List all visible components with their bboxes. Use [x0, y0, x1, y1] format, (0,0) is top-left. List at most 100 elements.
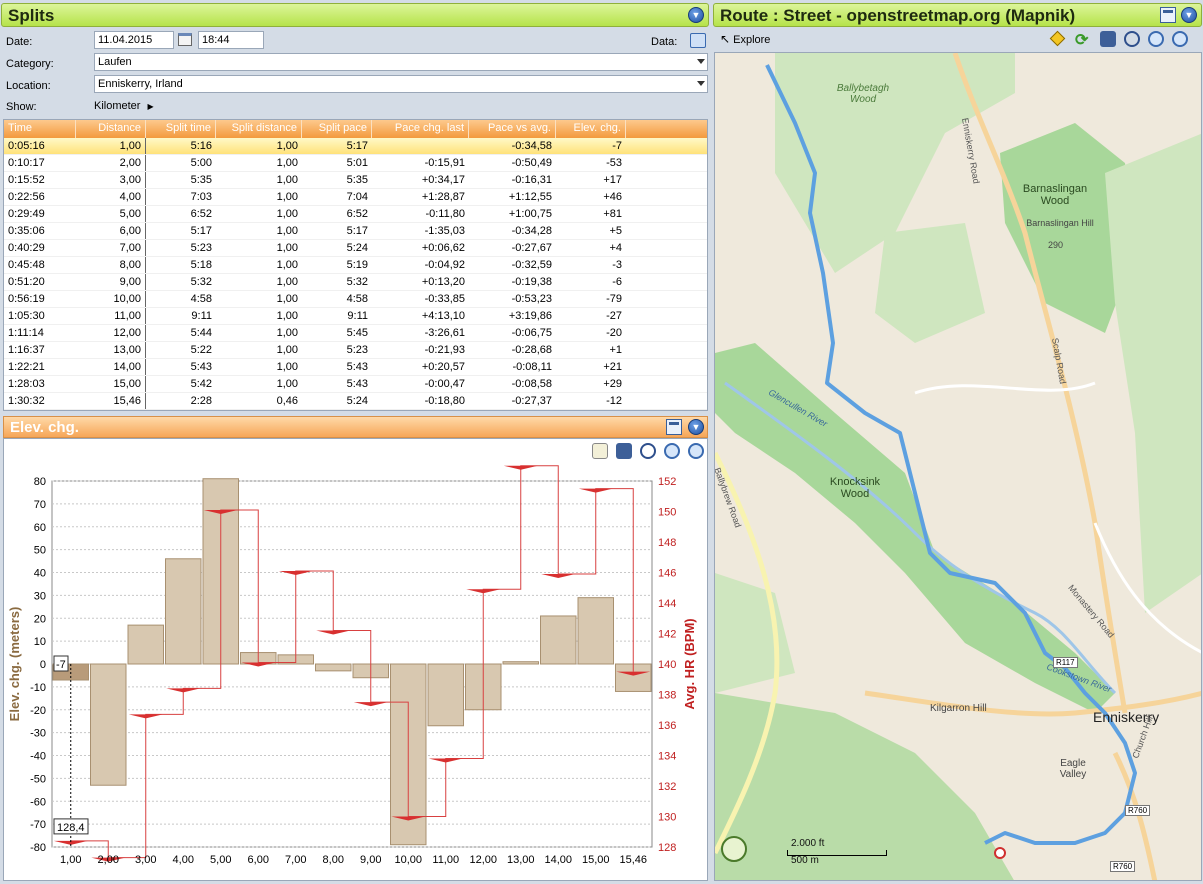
y2-tick-label: 136 [658, 720, 676, 732]
table-cell: 4:58 [190, 293, 212, 305]
splits-title: Splits [8, 6, 55, 25]
table-row[interactable]: 0:10:17 2,00 5:00 1,00 5:01 -0:15,91 -0:50,49 -… [4, 155, 707, 172]
data-label: Data: [651, 36, 678, 48]
zoom-out-icon[interactable] [688, 443, 704, 459]
table-cell: 9:11 [191, 310, 212, 322]
y2-tick-label: 152 [658, 476, 676, 488]
splits-panel-header: Splits [1, 3, 709, 27]
table-cell: +1:00,75 [508, 208, 552, 220]
table-cell: 5:43 [190, 361, 212, 373]
map-label-barnaslingan-wood: Barnaslingan Wood [1022, 183, 1088, 207]
table-cell: 1:11:14 [8, 327, 44, 339]
fit-view-icon[interactable] [1124, 31, 1140, 47]
x-tick-label: 5,00 [210, 854, 231, 866]
category-label: Category: [6, 58, 54, 70]
table-cell: -12 [606, 395, 622, 407]
elev-collapse-button[interactable]: ▼ [688, 419, 704, 435]
show-unit-menu[interactable]: Kilometer ▶ [94, 100, 154, 112]
table-row[interactable]: 0:15:52 3,00 5:35 1,00 5:35 +0:34,17 -0:16,31 +… [4, 172, 707, 189]
route-collapse-button[interactable]: ▼ [1181, 7, 1197, 23]
column-header[interactable]: Split time [146, 120, 216, 138]
calendar-icon[interactable] [178, 33, 192, 46]
data-menu-icon[interactable] [690, 33, 706, 48]
table-row[interactable]: 1:22:21 14,00 5:43 1,00 5:43 +0:20,57 -0:08,11… [4, 359, 707, 376]
map-label-barnaslingan-hill: Barnaslingan Hill [1026, 218, 1094, 228]
column-header[interactable]: Time [4, 120, 76, 138]
table-cell: 1:30:32 [8, 395, 45, 407]
fit-view-icon[interactable] [640, 443, 656, 459]
table-cell: 1,00 [276, 157, 298, 169]
table-row[interactable]: 0:45:48 8,00 5:18 1,00 5:19 -0:04,92 -0:32,59 -… [4, 257, 707, 274]
column-header[interactable]: Split distance [216, 120, 302, 138]
column-header[interactable]: Pace vs avg. [469, 120, 556, 138]
table-row[interactable]: 0:51:20 9,00 5:32 1,00 5:32 +0:13,20 -0:19,38 -… [4, 274, 707, 291]
table-row[interactable]: 0:56:19 10,00 4:58 1,00 4:58 -0:33,85 -0:53,23… [4, 291, 707, 308]
table-row[interactable]: 0:22:56 4,00 7:03 1,00 7:04 +1:28,87 +1:12,55 +… [4, 189, 707, 206]
table-row[interactable]: 0:40:29 7,00 5:23 1,00 5:24 +0:06,62 -0:27,67 +… [4, 240, 707, 257]
location-select[interactable]: Enniskerry, Irland [94, 75, 708, 93]
table-header: Time Distance Split time Split distance Spli… [4, 120, 707, 138]
refresh-icon[interactable]: ⟳ [1075, 30, 1088, 50]
category-select[interactable]: Laufen [94, 53, 708, 71]
table-cell: 6,00 [76, 223, 146, 239]
table-row[interactable]: 1:28:03 15,00 5:42 1,00 5:43 -0:00,47 -0:08,58… [4, 376, 707, 393]
column-header[interactable]: Split pace [302, 120, 372, 138]
time-field[interactable]: 18:44 [198, 31, 264, 49]
table-cell: 5:43 [346, 361, 368, 373]
y2-tick-label: 128 [658, 842, 676, 854]
table-row[interactable]: 1:05:30 11,00 9:11 1,00 9:11 +4:13,10 +3:19,86… [4, 308, 707, 325]
column-header[interactable]: Elev. chg. [556, 120, 626, 138]
elev-bar [127, 624, 164, 665]
y-tick-label: 0 [40, 659, 46, 671]
splits-table: Time Distance Split time Split distance Spli… [3, 119, 708, 411]
map-search-icon[interactable] [721, 836, 747, 862]
y-tick-label: 30 [34, 590, 46, 602]
layout-icon[interactable] [666, 419, 682, 435]
show-label: Show: [6, 101, 37, 113]
table-cell: +1 [609, 344, 622, 356]
table-cell: -0:53,23 [511, 293, 552, 305]
table-cell: 5:00 [190, 157, 212, 169]
route-map[interactable]: Ballybetagh Wood Enniskerry Road Barnasl… [714, 52, 1202, 881]
route-panel-header: Route : Street - openstreetmap.org (Mapn… [713, 3, 1202, 27]
column-header[interactable]: Distance [76, 120, 146, 138]
table-cell: +0:34,17 [421, 174, 465, 186]
table-cell: 5:19 [346, 259, 368, 271]
splits-collapse-button[interactable]: ▼ [688, 7, 704, 23]
map-canvas[interactable] [715, 53, 1202, 881]
table-cell: -0:21,93 [424, 344, 465, 356]
table-row[interactable]: 0:29:49 5,00 6:52 1,00 6:52 -0:11,80 +1:00,75 +… [4, 206, 707, 223]
table-cell: 0:29:49 [8, 208, 45, 220]
table-row[interactable]: 1:11:14 12,00 5:44 1,00 5:45 -3:26,61 -0:06,75… [4, 325, 707, 342]
zoom-out-icon[interactable] [1172, 31, 1188, 47]
save-icon[interactable] [616, 443, 632, 459]
table-cell: 1,00 [76, 138, 146, 154]
table-row[interactable]: 1:30:32 15,46 2:28 0,46 5:24 -0:18,80 -0:27,37… [4, 393, 707, 410]
column-header[interactable]: Pace chg. last [372, 120, 469, 138]
elev-chart[interactable]: 80 70 60 50 40 30 20 10 0 -10 -20 -30 -40 -50 -60 -70 -8… [4, 463, 707, 879]
y-axis-title: Elev. chg. (meters) [7, 607, 22, 722]
x-tick-label: 15,00 [582, 854, 610, 866]
table-cell: 0:40:29 [8, 242, 45, 254]
layout-icon[interactable] [1160, 7, 1176, 23]
table-cell: 10,00 [76, 291, 146, 307]
table-cell: 1,00 [276, 174, 298, 186]
explore-tool[interactable]: ↖ Explore [720, 32, 770, 46]
table-row[interactable]: 0:35:06 6,00 5:17 1,00 5:17 -1:35,03 -0:34,28 +… [4, 223, 707, 240]
zoom-in-icon[interactable] [664, 443, 680, 459]
date-field[interactable]: 11.04.2015 [94, 31, 174, 49]
table-cell: -20 [606, 327, 622, 339]
chart-image-icon[interactable] [592, 443, 608, 459]
marker-icon[interactable] [1049, 30, 1066, 47]
x-tick-label: 15,46 [619, 854, 647, 866]
table-row[interactable]: 0:05:16 1,00 5:16 1,00 5:17 -0:34,58 -7 [4, 138, 707, 155]
table-cell: 5:24 [346, 242, 368, 254]
table-cell: +46 [603, 191, 622, 203]
zoom-in-icon[interactable] [1148, 31, 1164, 47]
x-tick-label: 6,00 [248, 854, 269, 866]
table-cell: -0:33,85 [424, 293, 465, 305]
table-cell: -0:04,92 [424, 259, 465, 271]
save-icon[interactable] [1100, 31, 1116, 47]
table-row[interactable]: 1:16:37 13,00 5:22 1,00 5:23 -0:21,93 -0:28,68… [4, 342, 707, 359]
road-shield-r760: R760 [1110, 861, 1136, 872]
